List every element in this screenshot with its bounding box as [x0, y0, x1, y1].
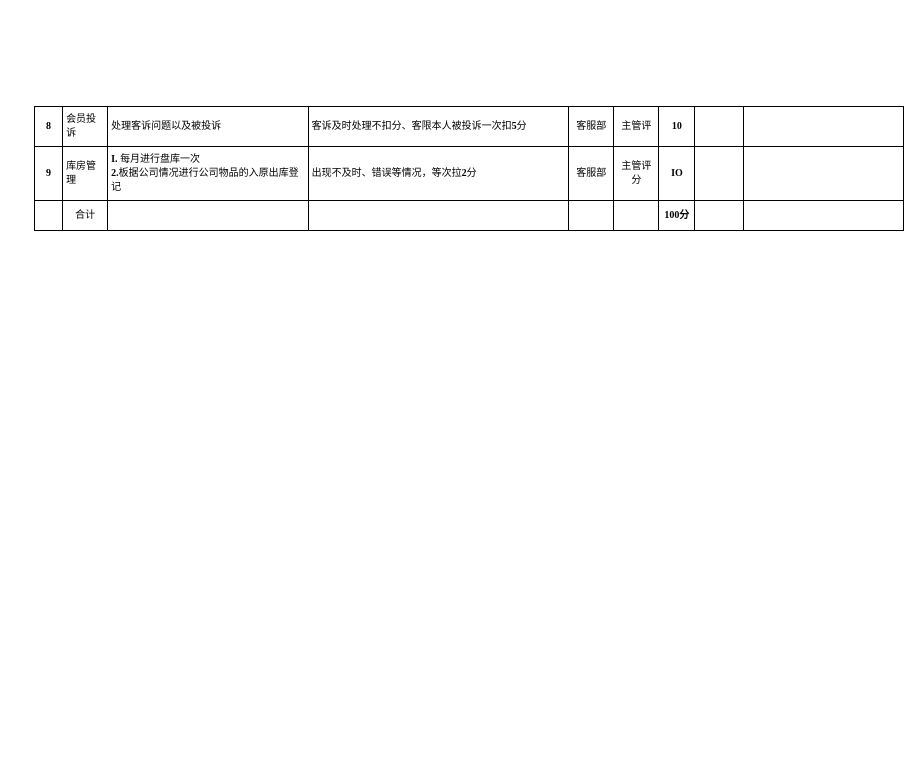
evaluation-table: 8 会员投诉 处理客诉问题以及被投诉 客诉及时处理不扣分、客限本人被投诉一次扣5… [34, 106, 904, 231]
total-label: 合计 [63, 201, 108, 231]
criteria-text-post: 分 [467, 168, 477, 179]
row-criteria: 客诉及时处理不扣分、客限本人被投诉一次扣5分 [308, 107, 569, 147]
row-department: 客服部 [569, 107, 614, 147]
evaluation-table-container: 8 会员投诉 处理客诉问题以及被投诉 客诉及时处理不扣分、客限本人被投诉一次扣5… [34, 106, 904, 231]
row-item: 会员投诉 [63, 107, 108, 147]
row-score: 10 [659, 107, 695, 147]
total-blank [614, 201, 659, 231]
row-blank [695, 147, 743, 201]
table-row: 8 会员投诉 处理客诉问题以及被投诉 客诉及时处理不扣分、客限本人被投诉一次扣5… [35, 107, 904, 147]
desc-line1-text: 每月进行盘库一次 [118, 154, 201, 165]
row-description: 处理客诉问题以及被投诉 [108, 107, 308, 147]
total-blank [743, 201, 903, 231]
row-blank [743, 147, 903, 201]
total-blank [35, 201, 63, 231]
criteria-text-post: 分 [517, 121, 527, 132]
table-row: 9 库房管理 I. 每月进行盘库一次2.板据公司情况进行公司物品的入原出库登记 … [35, 147, 904, 201]
row-criteria: 出现不及时、错误等情况，等次拉2分 [308, 147, 569, 201]
row-description: I. 每月进行盘库一次2.板据公司情况进行公司物品的入原出库登记 [108, 147, 308, 201]
row-evaluator: 主管评分 [614, 147, 659, 201]
desc-line2-prefix: 2. [111, 168, 119, 179]
row-evaluator: 主管评 [614, 107, 659, 147]
row-score: IO [659, 147, 695, 201]
total-score: 100分 [659, 201, 695, 231]
criteria-text-pre: 客诉及时处理不扣分、客限本人被投诉一次扣 [312, 121, 512, 132]
row-blank [695, 107, 743, 147]
row-blank [743, 107, 903, 147]
desc-line2-text: 板据公司情况进行公司物品的入原出库登记 [111, 168, 299, 193]
table-row-total: 合计 100分 [35, 201, 904, 231]
total-blank [108, 201, 308, 231]
row-number: 9 [35, 147, 63, 201]
criteria-text-pre: 出现不及时、错误等情况，等次拉 [312, 168, 462, 179]
total-blank [695, 201, 743, 231]
total-blank [569, 201, 614, 231]
row-item: 库房管理 [63, 147, 108, 201]
total-blank [308, 201, 569, 231]
row-number: 8 [35, 107, 63, 147]
row-department: 客服部 [569, 147, 614, 201]
